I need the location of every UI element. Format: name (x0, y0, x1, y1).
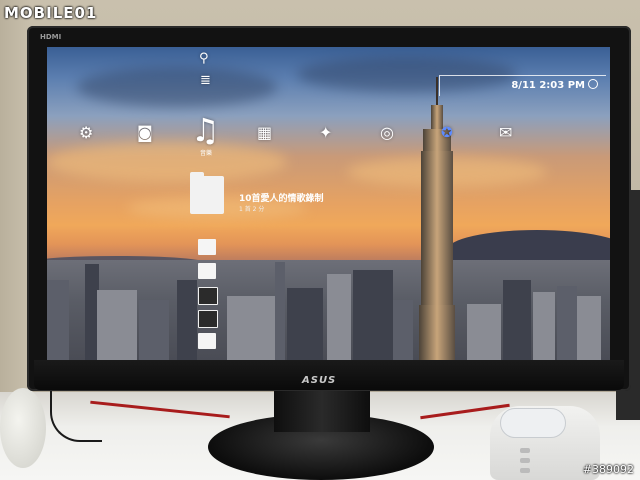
music-icon[interactable]: ♫ (191, 111, 220, 149)
music-category-label: 音樂 (200, 150, 213, 157)
cloud (47, 142, 287, 182)
game-icon[interactable]: ✦ (319, 123, 332, 142)
list-item-thumbnail[interactable] (198, 263, 216, 279)
playstation-network-icon[interactable]: ✪ (441, 125, 453, 141)
list-item-thumbnail[interactable] (198, 239, 216, 255)
photo-id: #389092 (582, 463, 634, 476)
city-skyline (47, 260, 610, 360)
clock-icon (588, 79, 598, 89)
telephone-handset (500, 408, 566, 438)
phone-key (520, 458, 530, 463)
taipei-101-tower (417, 77, 457, 360)
phone-key (520, 448, 530, 453)
friends-icon[interactable]: ✉ (499, 123, 512, 142)
network-icon[interactable]: ◎ (380, 123, 394, 142)
list-item-thumbnail[interactable] (198, 287, 218, 305)
cloud (77, 67, 277, 107)
list-item-thumbnail[interactable] (198, 310, 218, 328)
selected-item-subtitle: 1 首 2 分 (239, 206, 265, 213)
list-item-thumbnail[interactable] (198, 333, 216, 349)
xmb-sort-icon[interactable]: ⚲ (199, 51, 209, 66)
hdmi-label: HDMI (40, 33, 62, 41)
settings-icon[interactable]: ⚙ (79, 123, 93, 142)
xmb-playlist-icon[interactable]: ≣ (200, 73, 211, 88)
folder-icon[interactable] (190, 172, 224, 214)
watermark-text: MOBILE01 (4, 4, 98, 22)
photo-icon[interactable]: ◙ (137, 123, 153, 142)
monitor-brand-logo: ASUS (302, 375, 337, 386)
selected-item-title[interactable]: 10首愛人的情歌錄制 (239, 191, 324, 204)
clock-display: 8/11 2:03 PM (511, 79, 598, 91)
monitor-stand-neck (274, 388, 370, 432)
clock-text: 8/11 2:03 PM (511, 80, 585, 91)
clock-bar: 8/11 2:03 PM (439, 75, 606, 96)
video-icon[interactable]: ▦ (257, 123, 272, 142)
white-plate (0, 388, 46, 468)
tv-screen: 8/11 2:03 PM ⚲ ≣ ⚙ ◙ ♫ 音樂 ▦ ✦ ◎ ✪ ✉ 10首愛… (47, 47, 610, 360)
phone-key (520, 468, 530, 473)
